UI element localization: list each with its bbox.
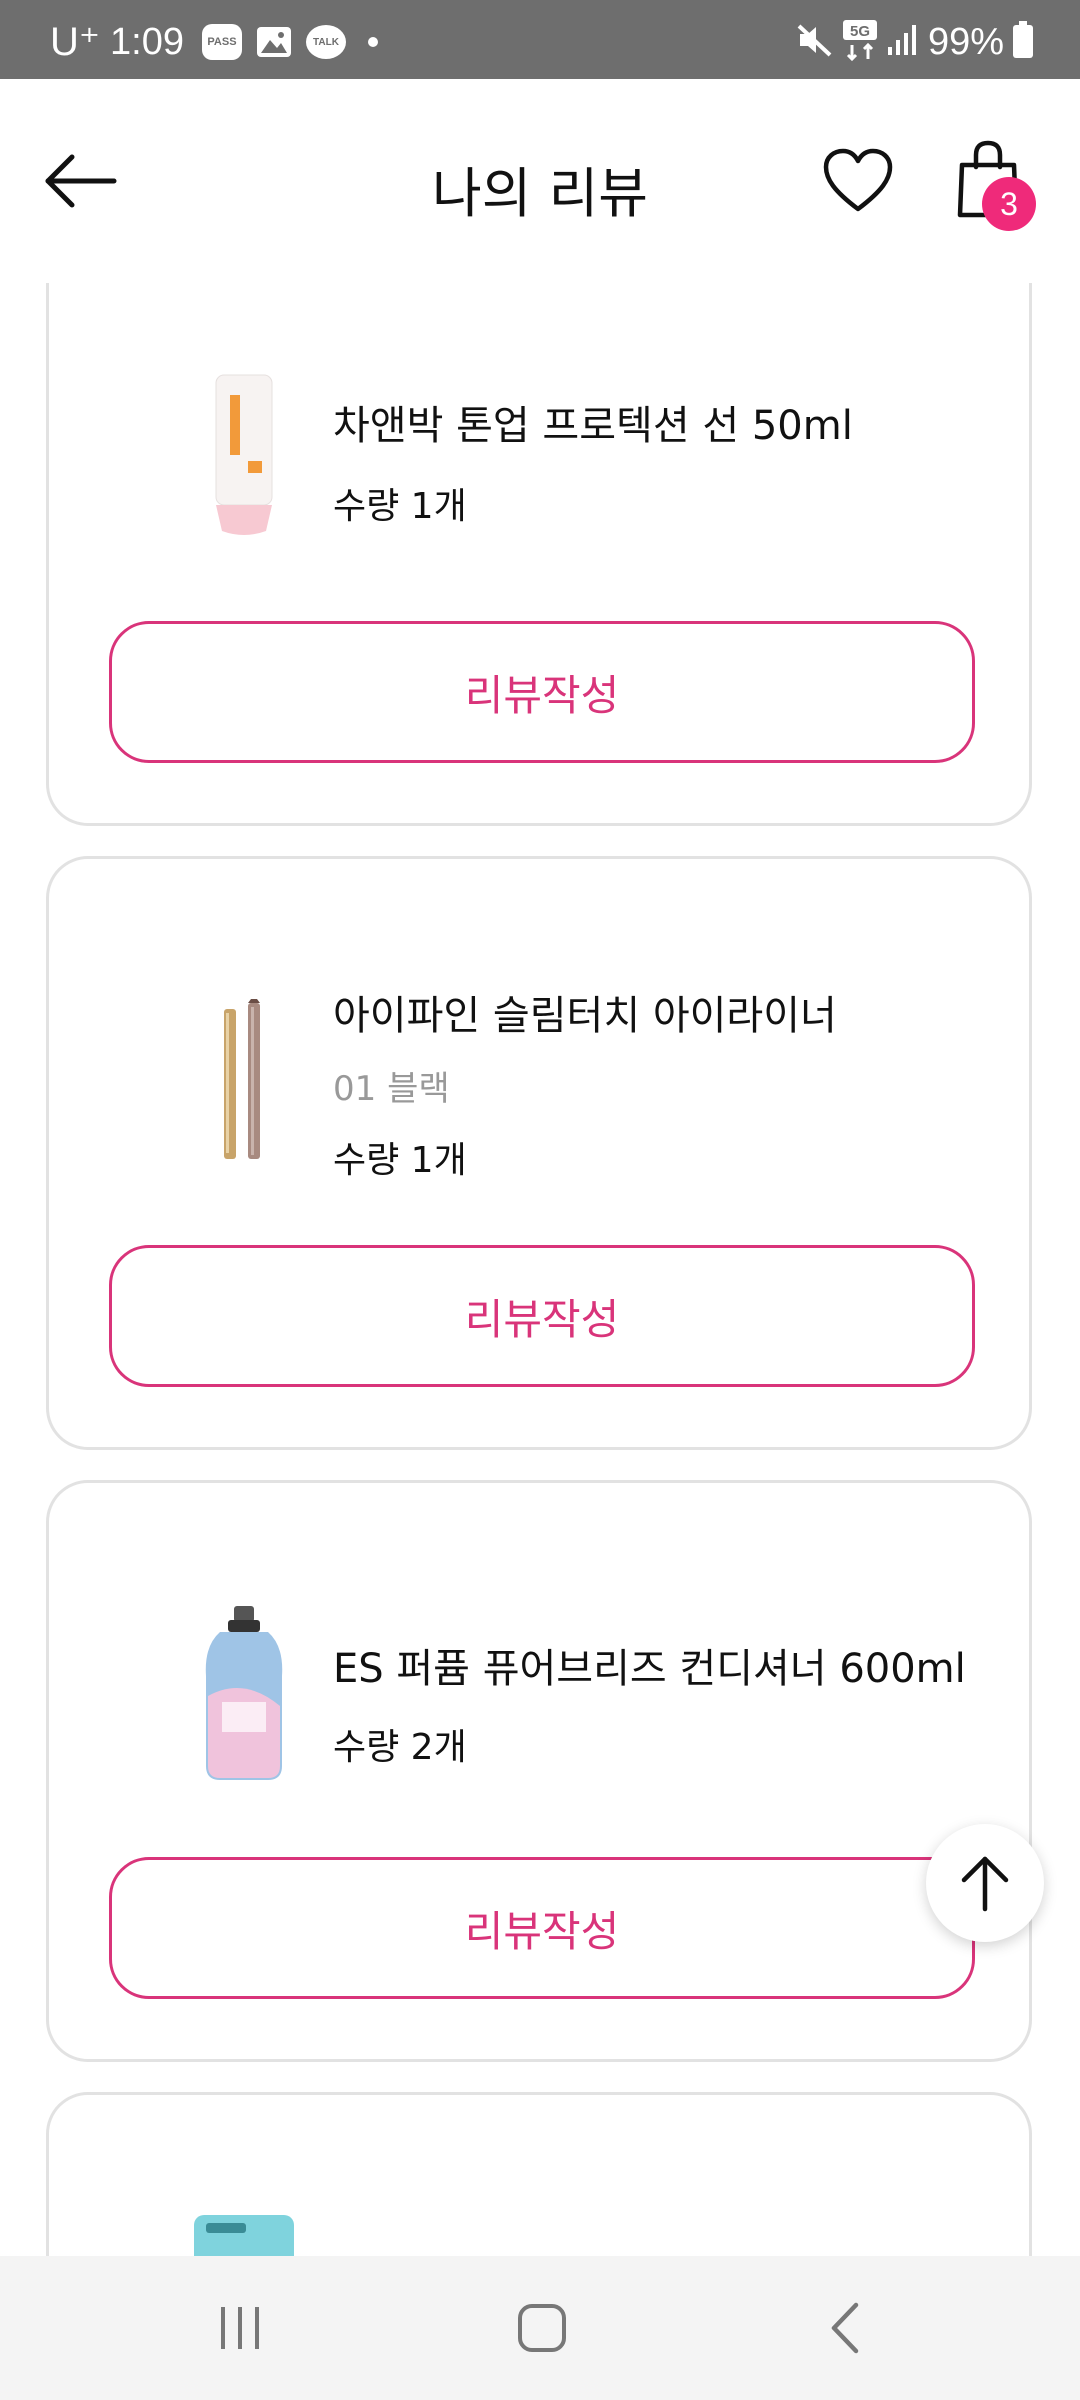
review-card [46,2092,1032,2256]
product-option: 01 블랙 [333,1069,450,1109]
write-review-button[interactable]: 리뷰작성 [109,1245,975,1387]
carrier-label: U⁺ [50,20,100,64]
product-name[interactable]: 차앤박 톤업 프로텍션 선 50ml [333,393,853,451]
mute-icon [796,22,834,62]
product-thumbnail[interactable] [159,1606,329,1780]
sunscreen-tube-image [215,374,273,535]
battery-icon [1012,21,1034,63]
review-card: ES 퍼퓸 퓨어브리즈 컨디셔너 600ml 수량 2개 리뷰작성 [46,1480,1032,2062]
product-quantity: 수량 2개 [333,1727,467,1768]
arrow-up-icon [961,1856,1009,1912]
cart-count-badge: 3 [982,177,1036,231]
review-card: 차앤박 톤업 프로텍션 선 50ml 수량 1개 리뷰작성 [46,200,1032,826]
write-review-button[interactable]: 리뷰작성 [109,621,975,763]
more-notifications-dot [367,37,378,47]
home-icon[interactable] [502,2296,582,2360]
pass-app-icon: PASS [201,24,242,60]
product-quantity: 수량 1개 [333,486,467,527]
page-title: 나의 리뷰 [432,162,648,225]
eyeliner-pencil-image [224,999,260,1159]
kakaotalk-icon: TALK [305,25,346,59]
review-card: 아이파인 슬림터치 아이라이너 01 블랙 수량 1개 리뷰작성 [46,856,1032,1450]
status-time: 1:09 [110,20,184,63]
scroll-to-top-button[interactable] [926,1824,1044,1942]
product-thumbnail[interactable] [159,999,329,1169]
network-5g-icon: 5G [842,19,880,65]
product-thumbnail[interactable] [159,2215,329,2256]
status-bar: U⁺ 1:09 PASS TALK 5G 99% [0,0,1080,79]
back-icon[interactable] [804,2296,884,2360]
heart-icon[interactable] [822,147,894,215]
system-nav-bar [0,2256,1080,2400]
signal-icon [886,23,920,61]
refill-pouch-image [194,2215,294,2256]
recent-apps-icon[interactable] [200,2296,280,2360]
write-review-button[interactable]: 리뷰작성 [109,1857,975,1999]
svg-text:5G: 5G [850,23,870,40]
app-header: 나의 리뷰 3 [0,79,1080,283]
conditioner-bottle-image [205,1606,283,1780]
product-name[interactable]: 아이파인 슬림터치 아이라이너 [333,983,837,1041]
product-name[interactable]: ES 퍼퓸 퓨어브리즈 컨디셔너 600ml [333,1636,966,1694]
battery-percent: 99% [927,20,1004,63]
product-thumbnail[interactable] [159,371,329,541]
product-quantity: 수량 1개 [333,1140,467,1181]
gallery-icon [256,26,292,58]
review-list[interactable]: 차앤박 톤업 프로텍션 선 50ml 수량 1개 리뷰작성 아이파인 슬림터치 … [0,0,1080,2256]
